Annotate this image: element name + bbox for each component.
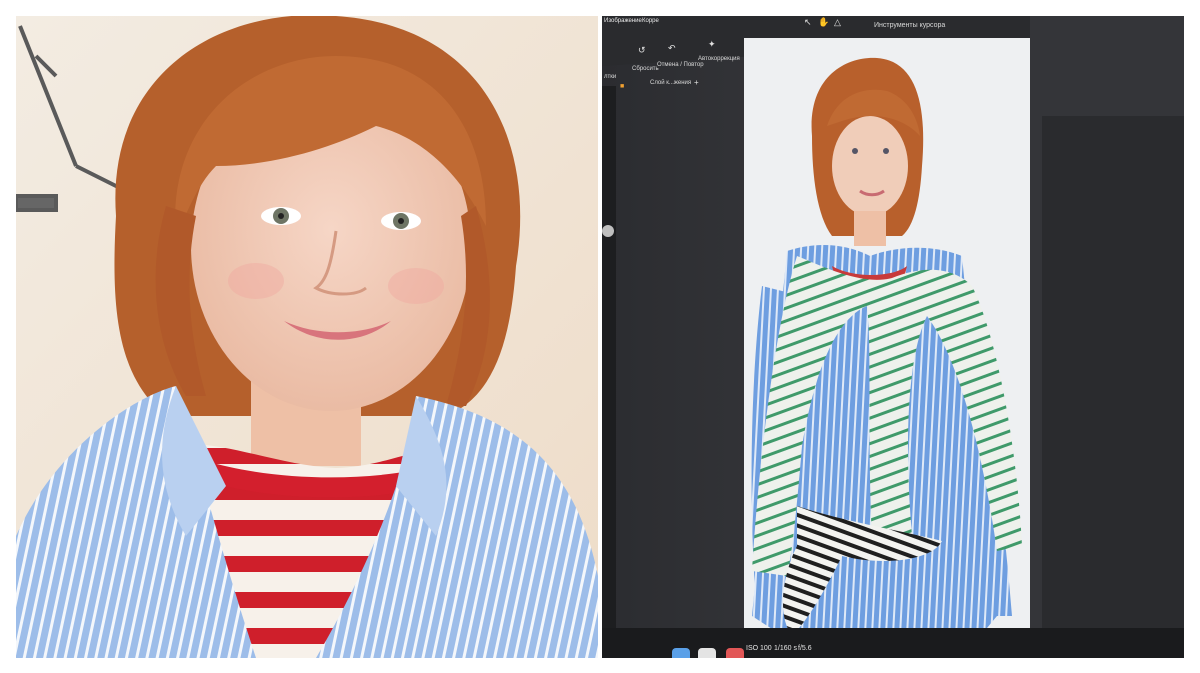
add-layer-icon[interactable]: +	[694, 78, 699, 87]
status-shutter: 1/160 s	[774, 645, 797, 652]
reset-button[interactable]: Сбросить	[632, 66, 659, 72]
hand-icon[interactable]: ✋	[818, 18, 829, 27]
status-aperture: f/5.6	[798, 645, 812, 652]
reset-icon[interactable]: ↺	[638, 46, 646, 55]
app-dock-icon[interactable]	[726, 648, 744, 658]
layer-select[interactable]: Слой к...жения	[650, 80, 691, 86]
finder-dock-icon[interactable]	[672, 648, 690, 658]
cursor-tools-title: Инструменты курсора	[874, 22, 946, 29]
crop-icon[interactable]: △	[834, 18, 841, 27]
pointer-icon[interactable]: ↖	[804, 18, 812, 27]
layer-color-icon[interactable]: ■	[620, 82, 624, 91]
status-iso: ISO 100	[746, 645, 772, 652]
undo-redo-icon[interactable]: ↶	[668, 44, 676, 53]
left-portrait-photo	[16, 16, 598, 658]
tools-label: лтки	[604, 74, 617, 80]
autocorrect-wand-icon[interactable]: ✦	[708, 40, 716, 49]
photos-dock-icon[interactable]	[698, 648, 716, 658]
portrait-illustration	[16, 16, 598, 658]
monitor-illustration	[602, 16, 1184, 658]
undo-redo-button[interactable]: Отмена / Повтор	[657, 62, 704, 68]
autocorrect-button[interactable]: Автокоррекция	[698, 56, 740, 62]
right-monitor-photo: Изображение Корре Инструменты курсора ↖ …	[602, 16, 1184, 658]
menu-image[interactable]: Изображение	[604, 18, 642, 24]
menu-correction[interactable]: Корре	[642, 18, 659, 24]
